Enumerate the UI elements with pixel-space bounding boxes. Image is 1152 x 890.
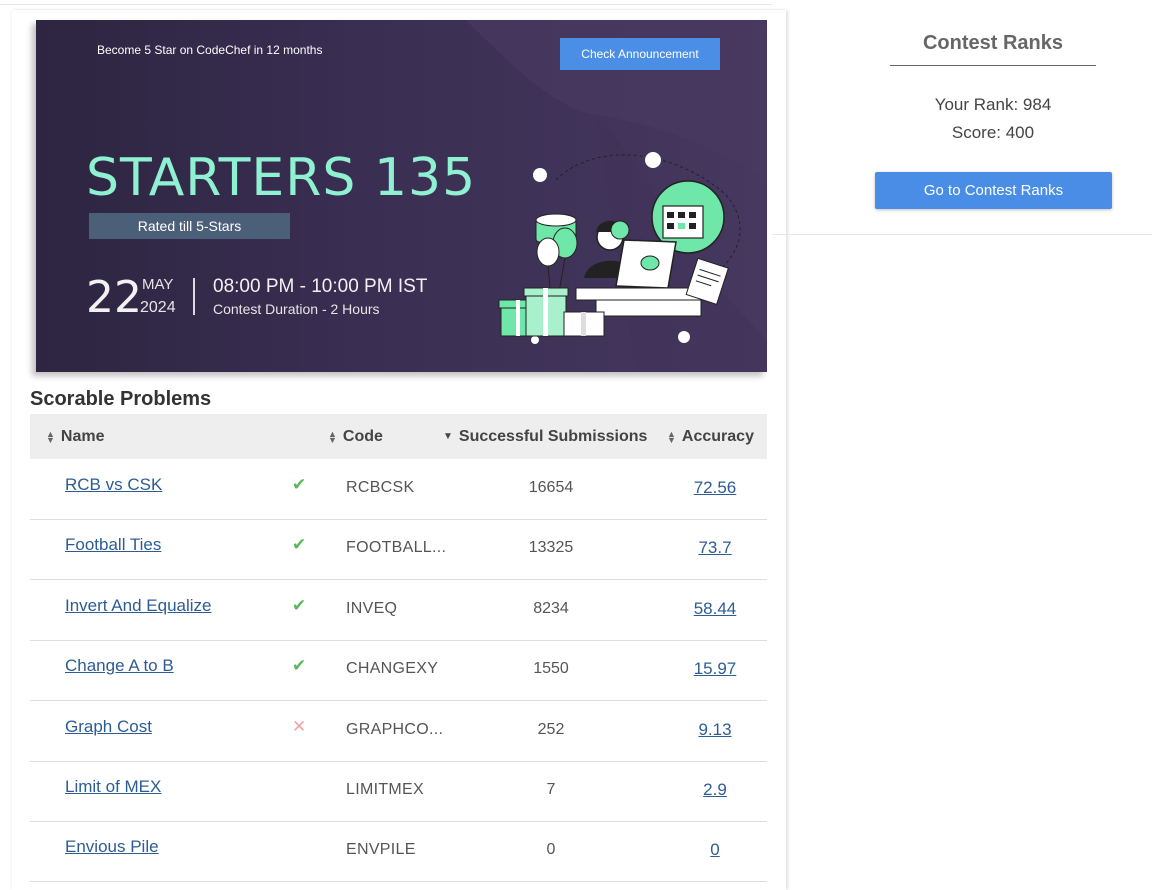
successful-submissions: 8234: [533, 599, 569, 617]
accuracy-link[interactable]: 73.7: [670, 538, 760, 558]
problem-code: INVEQ: [346, 599, 398, 617]
problem-code: GRAPHCO...: [346, 720, 444, 738]
successful-submissions: 1550: [533, 660, 569, 678]
problem-code: ENVPILE: [346, 841, 416, 859]
status-icon: ✔: [292, 656, 307, 676]
section-title: Scorable Problems: [30, 388, 212, 410]
accuracy-link[interactable]: 9.13: [670, 720, 760, 740]
successful-submissions: 252: [537, 720, 565, 738]
sort-icon: ▲ ▼: [667, 428, 676, 445]
table-row: Graph Cost ✕ GRAPHCO... 252 9.13: [30, 701, 767, 762]
contest-ranks-underline: [890, 65, 1096, 66]
problems-table-header: ▲ ▼ Name ▲ ▼ Code ▼ Successful Submissions…: [30, 414, 767, 459]
submissions-column-label: Successful Submissions: [458, 427, 648, 445]
problem-name-link[interactable]: Change A to B: [65, 656, 174, 676]
problem-name-link[interactable]: Graph Cost: [65, 717, 152, 737]
problem-code: RCBCSK: [346, 479, 415, 496]
table-row: Football Ties ✔ FOOTBALL... 13325 73.7: [30, 519, 767, 581]
table-row: Envious Pile ENVPILE 0 0: [30, 821, 767, 883]
status-icon: ✔: [292, 595, 307, 615]
accuracy-link[interactable]: 58.44: [670, 599, 760, 619]
name-column-header[interactable]: ▲ ▼ Name: [46, 414, 105, 459]
accuracy-link[interactable]: 2.9: [670, 780, 760, 800]
right-divider: [772, 234, 1152, 235]
accuracy-column-header[interactable]: ▲ ▼ Accuracy: [667, 414, 754, 459]
accuracy-column-label: Accuracy: [681, 427, 754, 445]
problem-name-link[interactable]: RCB vs CSK: [65, 475, 162, 495]
code-column-header[interactable]: ▲ ▼ Code: [328, 414, 383, 459]
accuracy-link[interactable]: 15.97: [670, 659, 760, 679]
submissions-column-header[interactable]: ▼ Successful Submissions: [443, 414, 647, 459]
problem-name-link[interactable]: Football Ties: [65, 535, 161, 555]
coding-illustration: [498, 152, 741, 344]
your-rank: Your Rank: 984: [934, 95, 1052, 114]
status-icon: ✕: [292, 716, 307, 736]
status-icon: ✔: [292, 475, 307, 494]
accuracy-link[interactable]: 72.56: [670, 478, 760, 498]
successful-submissions: 16654: [528, 479, 574, 496]
sort-icon: ▲ ▼: [328, 428, 337, 445]
problem-name-link[interactable]: Limit of MEX: [65, 777, 161, 797]
successful-submissions: 13325: [528, 539, 574, 557]
accuracy-link[interactable]: 0: [670, 840, 760, 860]
status-icon: ✔: [292, 535, 307, 555]
problem-code: CHANGEXY: [346, 660, 439, 678]
code-column-label: Code: [342, 427, 383, 445]
top-divider: [0, 0, 772, 5]
go-to-contest-ranks-button[interactable]: Go to Contest Ranks: [875, 172, 1112, 209]
contest-ranks-title: Contest Ranks: [922, 32, 1064, 54]
problem-name-link[interactable]: Envious Pile: [65, 837, 159, 857]
contest-banner: Become 5 Star on CodeChef in 12 months C…: [36, 20, 767, 372]
your-score: Score: 400: [951, 123, 1035, 142]
table-row: RCB vs CSK ✔ RCBCSK 16654 72.56: [30, 459, 767, 520]
problem-code: FOOTBALL...: [346, 539, 447, 557]
table-row: Change A to B ✔ CHANGEXY 1550 15.97: [30, 640, 767, 702]
table-row: Limit of MEX LIMITMEX 7 2.9: [30, 761, 767, 822]
sort-desc-icon: ▼: [443, 431, 453, 442]
successful-submissions: 0: [546, 841, 556, 859]
table-row: Invert And Equalize ✔ INVEQ 8234 58.44: [30, 580, 767, 641]
problem-code: LIMITMEX: [346, 781, 424, 798]
sort-icon: ▲ ▼: [46, 428, 55, 445]
name-column-label: Name: [60, 427, 105, 445]
problem-name-link[interactable]: Invert And Equalize: [65, 596, 211, 616]
successful-submissions: 7: [546, 781, 556, 798]
